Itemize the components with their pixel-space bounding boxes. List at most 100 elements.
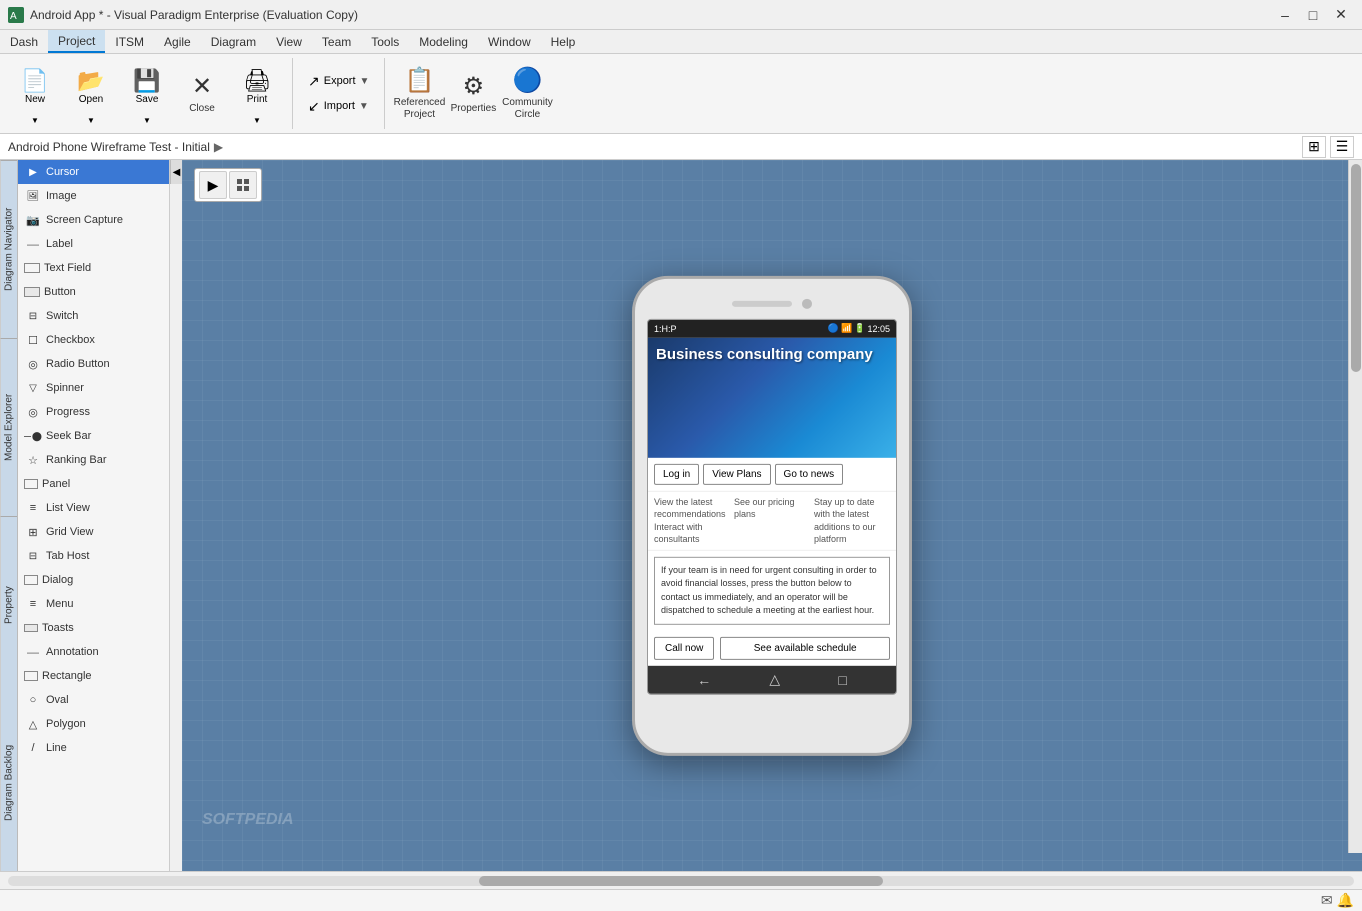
sidebar-item-checkbox[interactable]: ☐ Checkbox <box>18 328 169 352</box>
diagram-view-button[interactable]: ⊞ <box>1302 136 1326 158</box>
sidebar-item-cursor[interactable]: ▶ Cursor <box>18 160 169 184</box>
vertical-scrollbar[interactable] <box>1348 160 1362 853</box>
sidebar-item-label[interactable]: — Label <box>18 232 169 256</box>
phone-battery-icon: 🔋 <box>854 323 865 334</box>
canvas-expand-button[interactable]: ▶ <box>199 171 227 199</box>
close-button[interactable]: ✕ Close <box>176 60 228 128</box>
scrollbar-track[interactable] <box>8 876 1354 886</box>
sidebar-item-menu[interactable]: ≡ Menu <box>18 592 169 616</box>
app-status-bar: ✉ 🔔 <box>0 889 1362 911</box>
sidebar-item-dialog[interactable]: Dialog <box>18 568 169 592</box>
horizontal-scrollbar[interactable] <box>0 871 1362 889</box>
print-button[interactable]: 🖨 Print ▼ <box>230 60 284 128</box>
sidebar-item-list-view-label: List View <box>46 502 90 514</box>
phone-recents-icon[interactable]: □ <box>838 672 846 688</box>
menu-itsm[interactable]: ITSM <box>105 30 154 53</box>
sidebar-item-button[interactable]: Button <box>18 280 169 304</box>
new-button[interactable]: 📄 New ▼ <box>8 60 62 128</box>
sidebar-item-polygon[interactable]: △ Polygon <box>18 712 169 736</box>
phone-schedule-button[interactable]: See available schedule <box>720 637 890 660</box>
sidebar-item-panel[interactable]: Panel <box>18 472 169 496</box>
sidebar-item-ranking-bar[interactable]: ☆ Ranking Bar <box>18 448 169 472</box>
sidebar-item-screen-capture[interactable]: 📷 Screen Capture <box>18 208 169 232</box>
sidebar-item-button-label: Button <box>44 286 76 298</box>
save-button[interactable]: 💾 Save ▼ <box>120 60 174 128</box>
sidebar-item-annotation[interactable]: — Annotation <box>18 640 169 664</box>
import-button[interactable]: ↙ Import ▼ <box>301 95 376 118</box>
sidebar-item-ranking-bar-label: Ranking Bar <box>46 454 107 466</box>
menu-dash[interactable]: Dash <box>0 30 48 53</box>
canvas-grid-button[interactable] <box>229 171 257 199</box>
phone-hero-title: Business consulting company <box>656 345 873 362</box>
email-icon[interactable]: ✉ <box>1321 892 1333 909</box>
sidebar-item-oval[interactable]: ○ Oval <box>18 688 169 712</box>
phone-camera <box>802 298 812 308</box>
community-circle-button[interactable]: 🔵 CommunityCircle <box>501 60 553 128</box>
sidebar-item-seek-bar[interactable]: ⬤ Seek Bar <box>18 424 169 448</box>
menu-view[interactable]: View <box>266 30 312 53</box>
spinner-icon: ▽ <box>24 381 42 395</box>
notification-icon[interactable]: 🔔 <box>1337 892 1354 909</box>
diagram-navigator-label[interactable]: Diagram Navigator <box>0 160 17 338</box>
export-button[interactable]: ↗ Export ▼ <box>301 70 376 93</box>
minimize-button[interactable]: – <box>1272 4 1298 26</box>
sidebar-item-progress[interactable]: ◎ Progress <box>18 400 169 424</box>
phone-info-col-2: See our pricing plans <box>734 495 810 545</box>
referenced-project-button[interactable]: 📋 ReferencedProject <box>393 60 445 128</box>
scrollbar-thumb[interactable] <box>479 876 883 886</box>
sidebar-item-toasts[interactable]: Toasts <box>18 616 169 640</box>
phone-wireframe: 1:H:P 🔵 📶 🔋 12:05 Business consulting co… <box>632 275 912 755</box>
phone-home-icon[interactable]: △ <box>769 671 780 688</box>
phone-status-icons: 🔵 📶 🔋 12:05 <box>828 323 890 334</box>
model-explorer-label[interactable]: Model Explorer <box>0 338 17 516</box>
menu-agile[interactable]: Agile <box>154 30 201 53</box>
list-view-button[interactable]: ☰ <box>1330 136 1354 158</box>
sidebar-item-switch[interactable]: ⊟ Switch <box>18 304 169 328</box>
menu-project[interactable]: Project <box>48 30 105 53</box>
phone-urgent-text: If your team is in need for urgent consu… <box>661 565 877 616</box>
sidebar-item-rectangle-label: Rectangle <box>42 670 92 682</box>
menu-help[interactable]: Help <box>541 30 586 53</box>
canvas-area[interactable]: ▶ <box>182 160 1362 871</box>
menu-diagram[interactable]: Diagram <box>201 30 266 53</box>
sidebar: ▶ Cursor Image 📷 Screen Capture — Label … <box>18 160 170 871</box>
sidebar-item-grid-view[interactable]: ⊞ Grid View <box>18 520 169 544</box>
phone-signal-icon: 📶 <box>841 323 852 334</box>
sidebar-item-tab-host[interactable]: ⊟ Tab Host <box>18 544 169 568</box>
phone-go-to-news-button[interactable]: Go to news <box>775 463 844 484</box>
sidebar-item-spinner[interactable]: ▽ Spinner <box>18 376 169 400</box>
left-side-labels: Diagram Navigator Model Explorer Propert… <box>0 160 18 871</box>
menu-modeling[interactable]: Modeling <box>409 30 478 53</box>
ranking-bar-icon: ☆ <box>24 453 42 467</box>
phone-login-button[interactable]: Log in <box>654 463 699 484</box>
phone-info-col-1: View the latest recommendations Interact… <box>654 495 730 545</box>
menu-window[interactable]: Window <box>478 30 541 53</box>
phone-back-icon[interactable]: ← <box>697 672 711 688</box>
status-bar-right: ✉ 🔔 <box>1321 892 1354 909</box>
sidebar-item-text-field[interactable]: Text Field <box>18 256 169 280</box>
annotation-icon: — <box>24 645 42 659</box>
phone-view-plans-button[interactable]: View Plans <box>703 463 770 484</box>
maximize-button[interactable]: □ <box>1300 4 1326 26</box>
line-icon: / <box>24 741 42 755</box>
menu-tools[interactable]: Tools <box>361 30 409 53</box>
app-icon: A <box>8 7 24 23</box>
sidebar-item-image[interactable]: Image <box>18 184 169 208</box>
sidebar-item-rectangle[interactable]: Rectangle <box>18 664 169 688</box>
close-button[interactable]: ✕ <box>1328 4 1354 26</box>
menu-team[interactable]: Team <box>312 30 361 53</box>
phone-call-now-button[interactable]: Call now <box>654 637 714 660</box>
progress-icon: ◎ <box>24 405 42 419</box>
diagram-backlog-label[interactable]: Diagram Backlog <box>0 694 17 871</box>
svg-text:A: A <box>10 11 17 22</box>
properties-button[interactable]: ⚙ Properties <box>447 60 499 128</box>
sidebar-item-list-view[interactable]: ≡ List View <box>18 496 169 520</box>
sidebar-item-label-label: Label <box>46 238 73 250</box>
sidebar-item-cursor-label: Cursor <box>46 166 79 178</box>
open-button[interactable]: 📂 Open ▼ <box>64 60 118 128</box>
phone-time: 12:05 <box>867 323 890 333</box>
sidebar-item-radio-button[interactable]: ◎ Radio Button <box>18 352 169 376</box>
property-label[interactable]: Property <box>0 516 17 694</box>
sidebar-collapse-button[interactable]: ◀ <box>170 160 182 184</box>
sidebar-item-line[interactable]: / Line <box>18 736 169 760</box>
